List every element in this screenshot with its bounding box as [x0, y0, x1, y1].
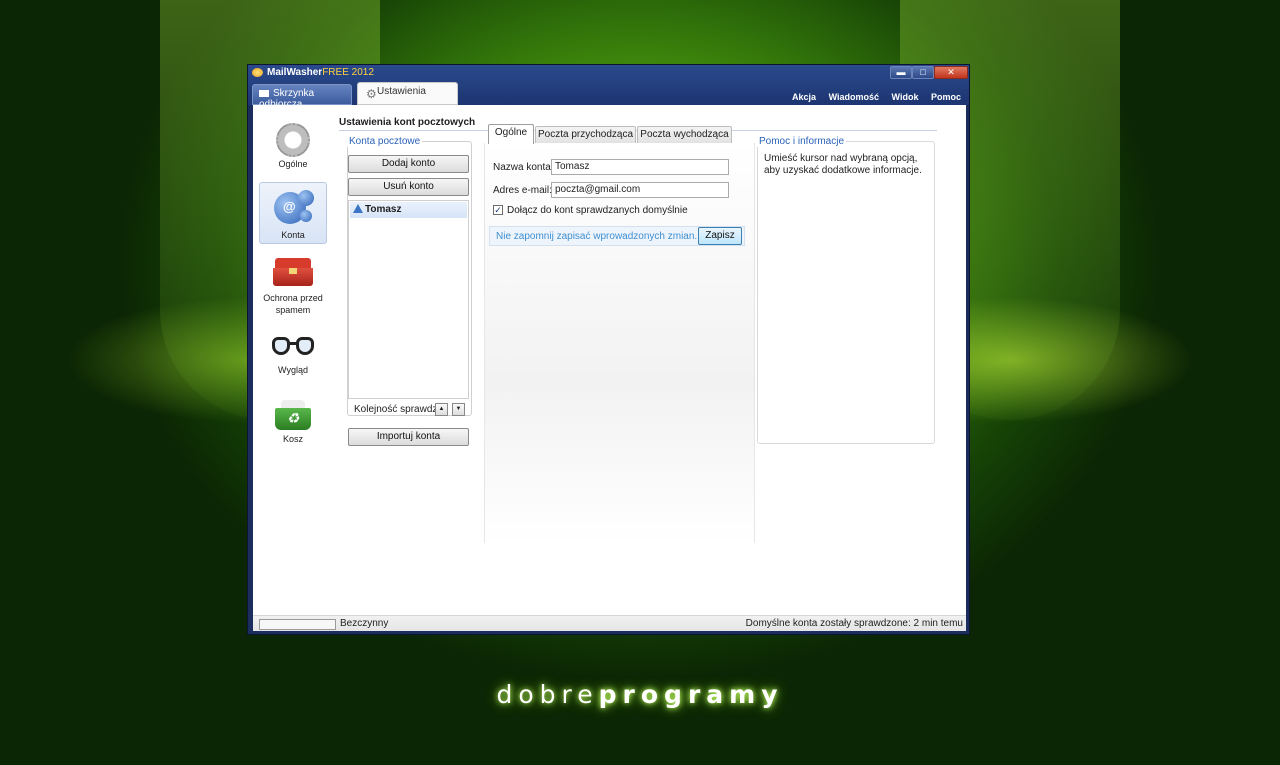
menu-widok[interactable]: Widok — [892, 92, 919, 102]
page-title: Ustawienia kont pocztowych — [339, 117, 476, 128]
import-accounts-button[interactable]: Importuj konta — [348, 428, 469, 446]
progress-bar — [259, 619, 336, 630]
glasses-icon — [270, 337, 316, 359]
app-logo-icon — [252, 68, 263, 77]
envelope-icon — [259, 90, 269, 97]
tab-inbox[interactable]: Skrzynka odbiorcza — [252, 84, 352, 110]
app-title: MailWasherFREE 2012 — [267, 67, 374, 78]
menu-bar: Akcja Wiadomość Widok Pomoc — [782, 92, 961, 102]
accounts-list[interactable]: Tomasz — [348, 200, 469, 399]
toolbox-icon — [273, 256, 313, 288]
minimize-button[interactable]: ▬ — [890, 66, 912, 79]
sidebar-item-accounts[interactable]: @ Konta — [259, 182, 327, 244]
accounts-group-legend: Konta pocztowe — [349, 136, 421, 147]
help-text: Umieść kursor nad wybraną opcją, aby uzy… — [764, 153, 922, 176]
menu-pomoc[interactable]: Pomoc — [931, 92, 961, 102]
menu-akcja[interactable]: Akcja — [792, 92, 816, 102]
remove-account-button[interactable]: Usuń konto — [348, 178, 469, 196]
status-message: Domyślne konta zostały sprawdzone: 2 min… — [745, 618, 963, 629]
account-name-label: Nazwa konta: — [493, 162, 554, 173]
add-account-button[interactable]: Dodaj konto — [348, 155, 469, 173]
gear-icon — [276, 123, 310, 157]
help-group: Pomoc i informacje — [757, 136, 935, 444]
email-label: Adres e-mail: — [493, 185, 552, 196]
maximize-button[interactable]: □ — [912, 66, 934, 79]
help-group-legend: Pomoc i informacje — [759, 136, 845, 147]
warning-icon — [353, 204, 363, 213]
status-state: Bezczynny — [340, 618, 389, 629]
move-down-button[interactable]: ▼ — [452, 403, 465, 416]
tab-general[interactable]: Ogólne — [488, 124, 534, 144]
default-check-checkbox[interactable]: ✓ — [493, 205, 503, 215]
tab-outgoing[interactable]: Poczta wychodząca — [637, 126, 732, 143]
recycle-bin-icon: ♻ — [273, 400, 313, 430]
email-field[interactable]: poczta@gmail.com — [551, 182, 729, 198]
brand-logo: dobreprogramy — [496, 680, 784, 709]
sidebar-item-appearance[interactable]: Wygląd — [259, 329, 327, 383]
save-button[interactable]: Zapisz — [698, 227, 742, 245]
sidebar-item-spam-protection[interactable]: Ochrona przed spamem — [259, 256, 327, 320]
close-button[interactable]: ✕ — [934, 66, 968, 79]
save-reminder-text: Nie zapomnij zapisać wprowadzonych zmian… — [496, 231, 698, 242]
sidebar-item-trash[interactable]: ♻ Kosz — [259, 400, 327, 450]
menu-wiadomosc[interactable]: Wiadomość — [829, 92, 879, 102]
settings-gear-icon: ⚙ — [366, 87, 377, 101]
tab-incoming[interactable]: Poczta przychodząca — [535, 126, 636, 143]
app-window: MailWasherFREE 2012 ▬ □ ✕ Skrzynka odbio… — [247, 64, 970, 635]
move-up-button[interactable]: ▲ — [435, 403, 448, 416]
title-bar: MailWasherFREE 2012 ▬ □ ✕ Skrzynka odbio… — [248, 65, 969, 110]
account-settings-panel — [484, 143, 755, 543]
default-check-label: Dołącz do kont sprawdzanych domyślnie — [507, 205, 688, 216]
sidebar-item-general[interactable]: Ogólne — [259, 123, 327, 175]
account-name-field[interactable]: Tomasz — [551, 159, 729, 175]
list-item[interactable]: Tomasz — [350, 202, 467, 218]
status-bar: Bezczynny Domyślne konta zostały sprawdz… — [253, 615, 966, 631]
tab-settings[interactable]: ⚙ Ustawienia — [357, 82, 458, 105]
settings-page: Ogólne @ Konta Ochrona przed spamem Wygl… — [253, 105, 966, 631]
accounts-icon: @ — [270, 188, 316, 228]
check-order-label: Kolejność sprawdz. — [354, 404, 441, 415]
